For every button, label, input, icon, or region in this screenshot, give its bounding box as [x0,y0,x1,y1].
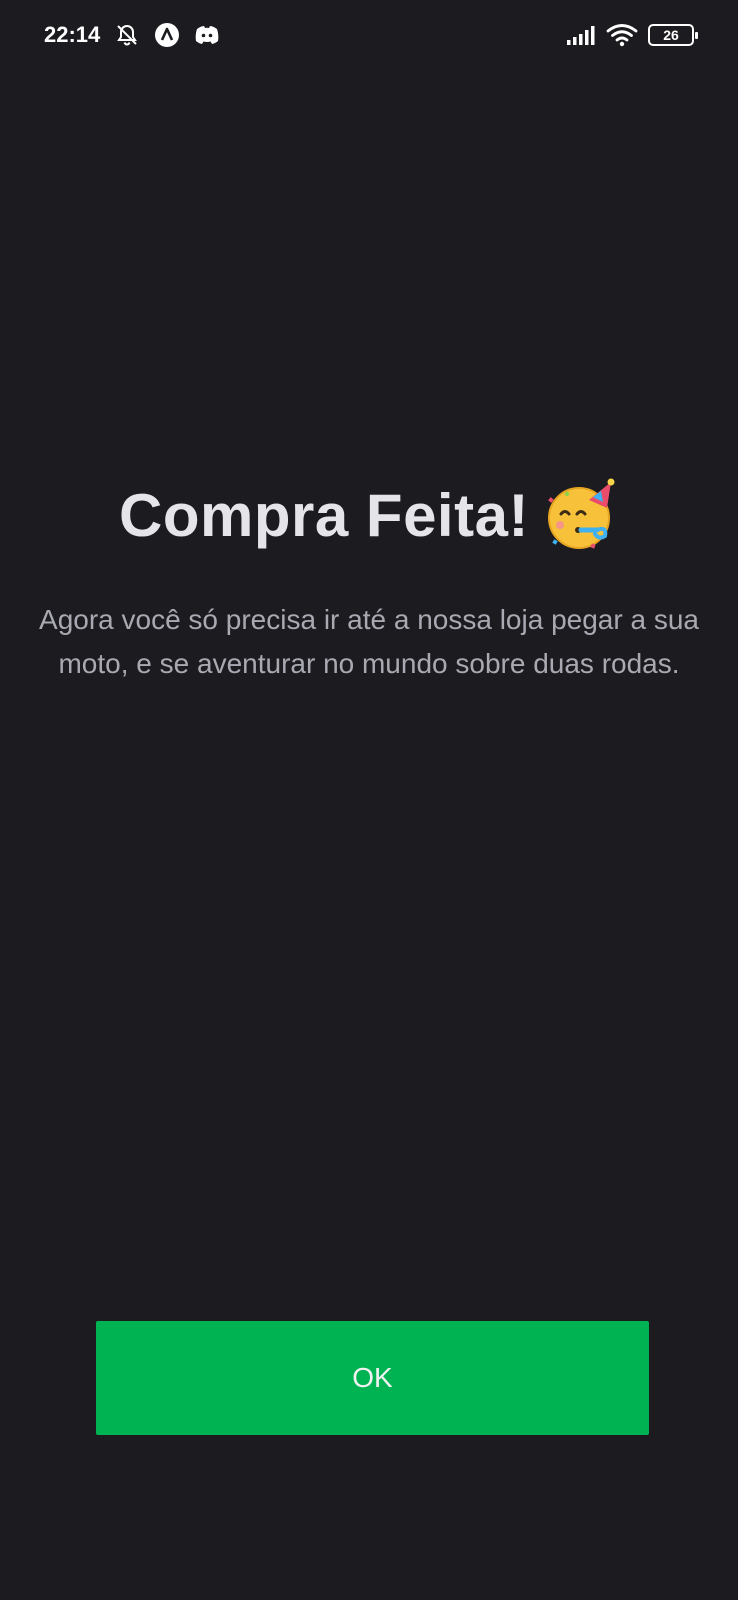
status-bar-right: 26 [566,23,698,47]
discord-icon [194,24,220,46]
wifi-icon [606,23,638,47]
battery-icon: 26 [648,24,698,46]
ok-button[interactable]: OK [96,1321,649,1435]
purchase-success-screen: 22:14 26 Compra Feita! Agora você só pre… [0,0,738,1600]
battery-level: 26 [663,27,679,43]
partying-face-icon [545,478,619,552]
status-bar-left: 22:14 [44,22,220,48]
status-time: 22:14 [44,22,101,47]
app-a-icon [154,22,180,48]
page-title: Compra Feita! [119,481,529,549]
bell-muted-icon [114,22,140,48]
status-bar: 22:14 26 [0,0,738,70]
title-row: Compra Feita! [0,478,738,552]
signal-icon [566,24,596,46]
success-message: Agora você só precisa ir até a nossa loj… [39,604,699,679]
